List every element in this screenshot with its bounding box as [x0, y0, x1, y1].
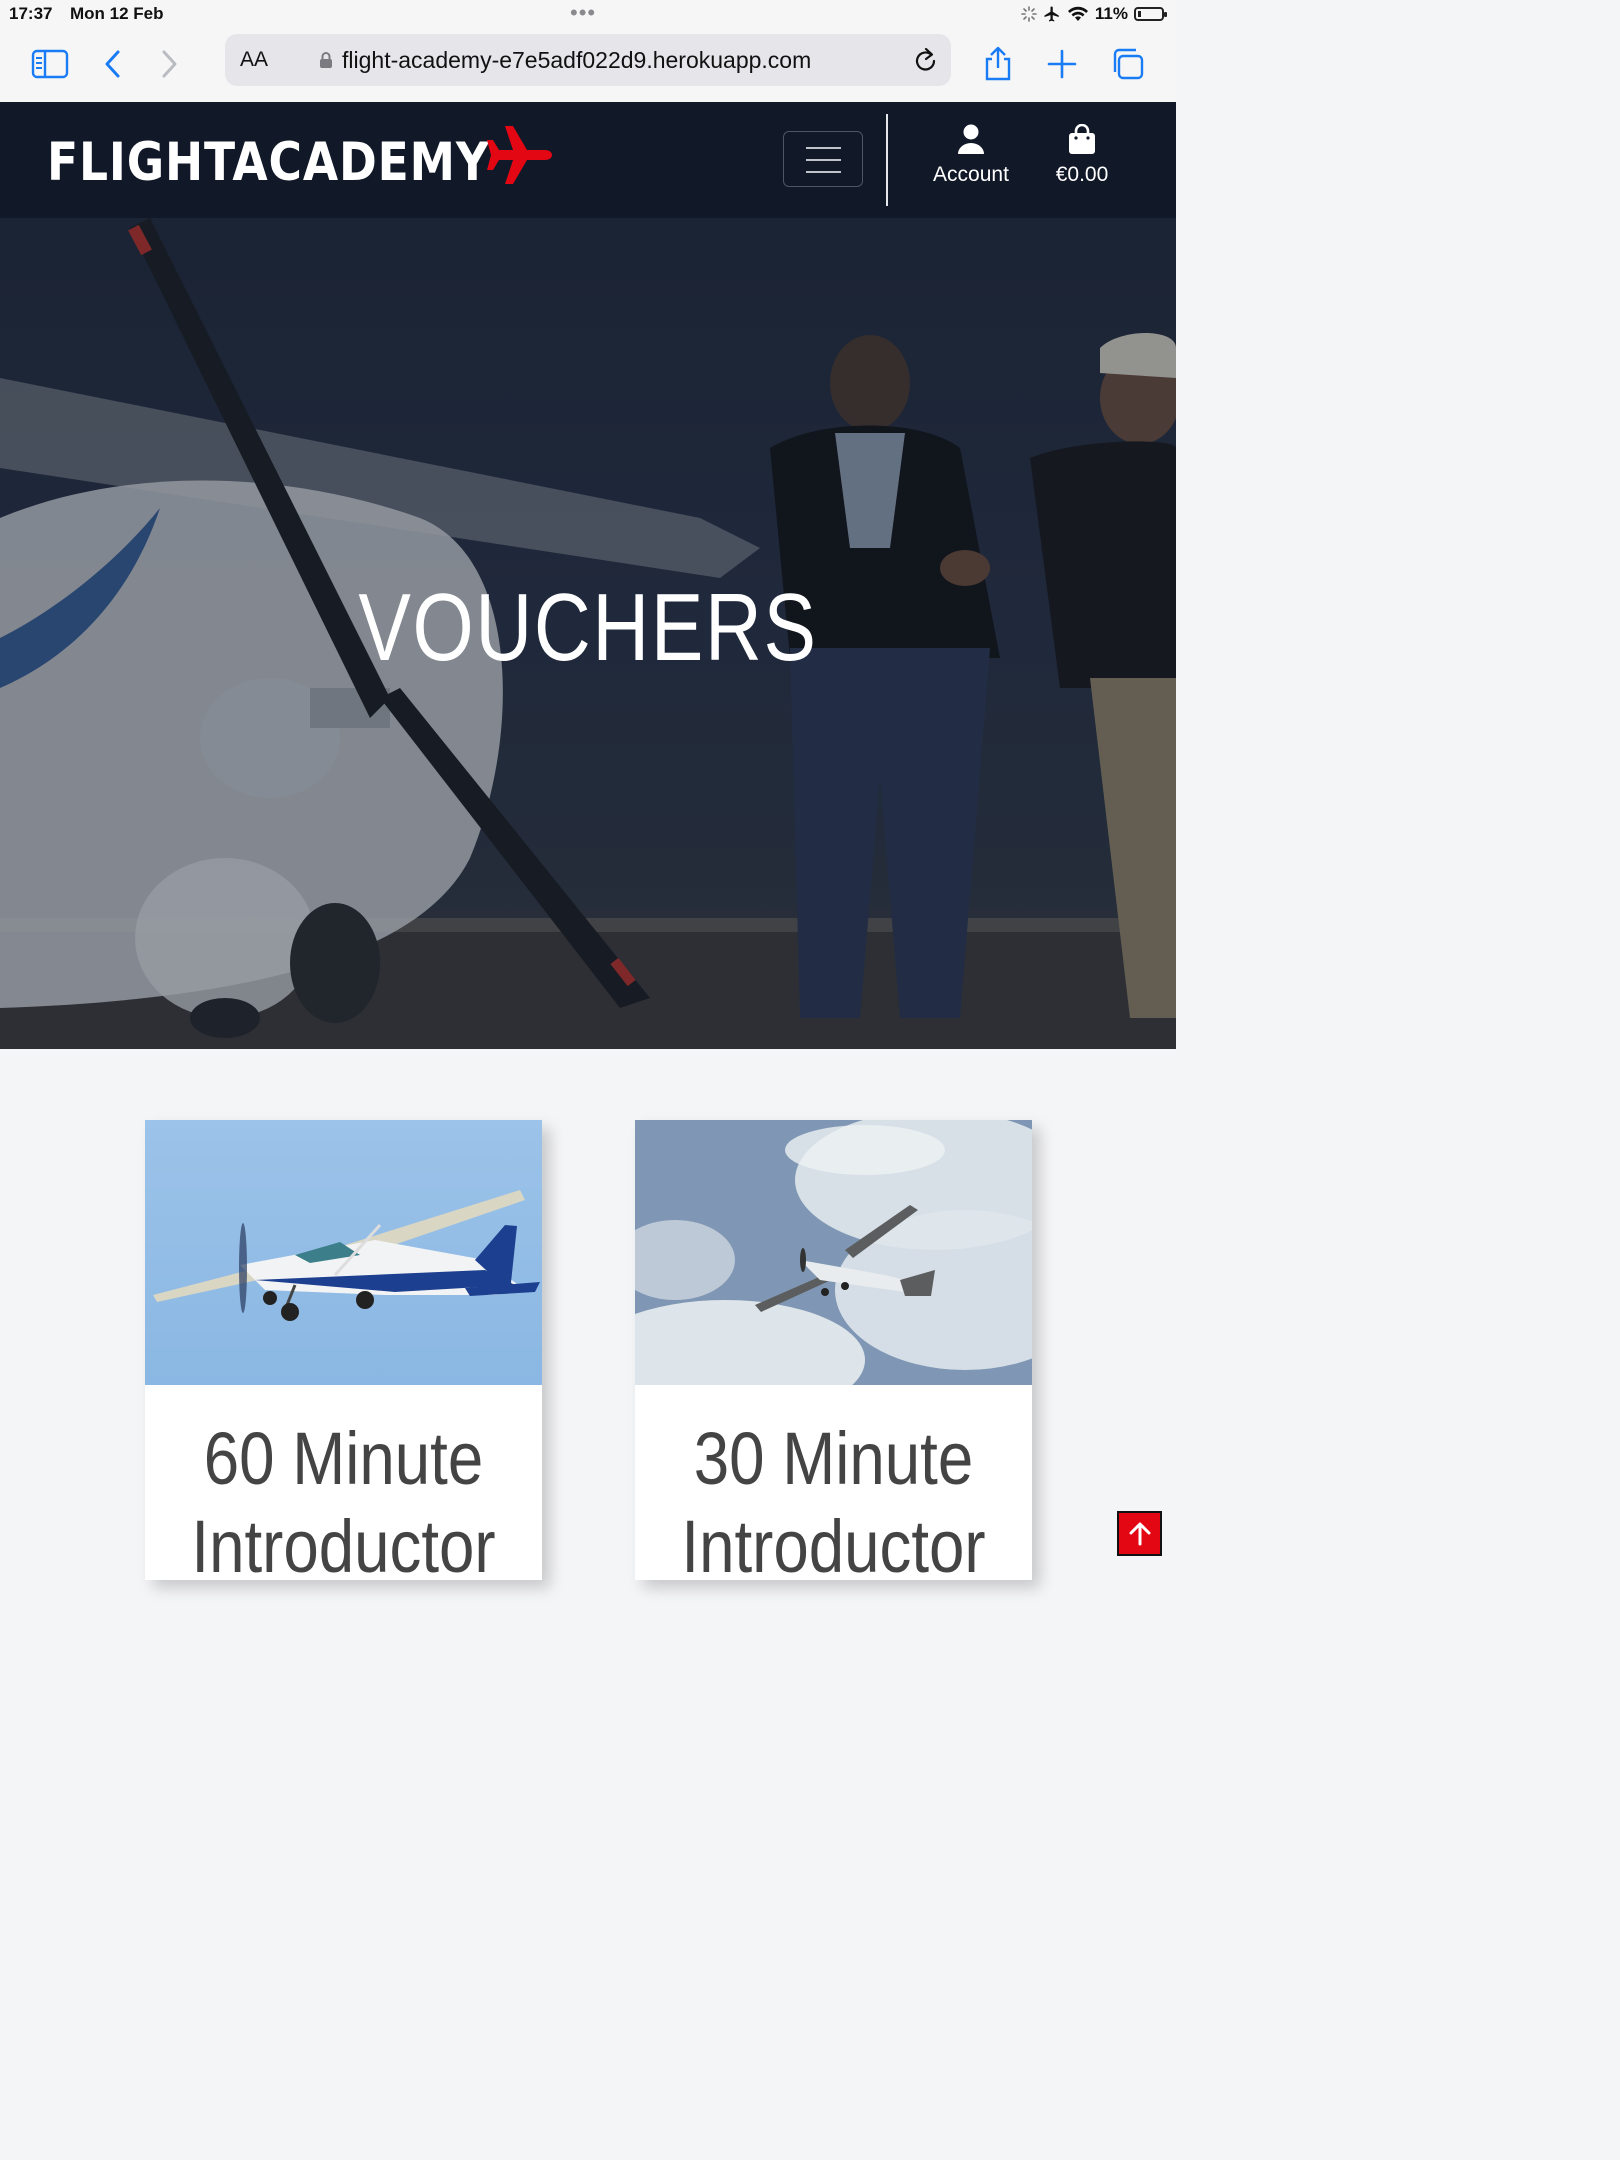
status-date: Mon 12 Feb — [70, 4, 164, 23]
voucher-title-line1: 60 Minute — [203, 1417, 484, 1500]
hero-banner: VOUCHERS — [0, 218, 1176, 1049]
tabs-icon[interactable] — [1107, 44, 1147, 84]
account-link[interactable]: Account — [925, 124, 1017, 187]
new-tab-icon[interactable] — [1042, 44, 1082, 84]
url-text[interactable]: flight-academy-e7e5adf022d9.herokuapp.co… — [342, 47, 811, 74]
menu-toggle-button[interactable] — [783, 131, 863, 187]
nav-divider — [886, 114, 888, 206]
voucher-title[interactable]: 60 Minute Introductor — [173, 1415, 514, 1580]
voucher-title-line2: Introductor — [681, 1505, 986, 1580]
status-bar: 17:37 Mon 12 Feb ••• 11% — [0, 0, 1176, 30]
arrow-up-icon — [1129, 1522, 1150, 1545]
account-label: Account — [933, 163, 1009, 186]
voucher-title[interactable]: 30 Minute Introductor — [663, 1415, 1004, 1580]
logo-plane-icon[interactable] — [486, 124, 556, 186]
address-bar[interactable]: AA flight-academy-e7e5adf022d9.herokuapp… — [225, 34, 951, 86]
site-logo[interactable]: FLIGHTACADEMY — [47, 132, 490, 193]
voucher-list: 60 Minute Introductor 30 Minute Introduc… — [0, 1049, 1176, 1580]
voucher-image[interactable] — [635, 1120, 1032, 1385]
status-time: 17:37 — [9, 4, 53, 23]
wifi-icon — [1067, 6, 1088, 21]
voucher-title-line1: 30 Minute — [693, 1417, 974, 1500]
browser-toolbar: AA flight-academy-e7e5adf022d9.herokuapp… — [0, 30, 1176, 103]
site-navbar: FLIGHTACADEMY Account €0.00 — [0, 102, 1176, 218]
battery-percent: 11% — [1094, 4, 1128, 23]
forward-icon[interactable] — [149, 44, 189, 84]
airplane-mode-icon — [1044, 6, 1059, 22]
voucher-card[interactable]: 30 Minute Introductor — [635, 1120, 1032, 1580]
multitasking-dots-icon[interactable]: ••• — [570, 0, 596, 26]
shopping-bag-icon — [1069, 123, 1095, 154]
page-title: VOUCHERS — [358, 574, 818, 681]
voucher-image[interactable] — [145, 1120, 542, 1385]
voucher-title-line2: Introductor — [191, 1505, 496, 1580]
back-to-top-button[interactable] — [1117, 1511, 1162, 1556]
shopping-bag-link[interactable]: €0.00 — [1045, 123, 1119, 187]
back-icon[interactable] — [93, 44, 133, 84]
status-indicators: 11% — [1021, 4, 1167, 24]
bag-total: €0.00 — [1055, 163, 1109, 186]
voucher-card[interactable]: 60 Minute Introductor — [145, 1120, 542, 1580]
reload-icon[interactable] — [913, 46, 939, 74]
sidebar-icon[interactable] — [30, 44, 70, 84]
share-icon[interactable] — [978, 44, 1018, 84]
user-icon — [958, 124, 984, 154]
lock-icon — [320, 52, 332, 68]
battery-icon — [1134, 7, 1167, 21]
loading-icon — [1021, 6, 1037, 22]
reader-options-button[interactable]: AA — [240, 48, 268, 72]
